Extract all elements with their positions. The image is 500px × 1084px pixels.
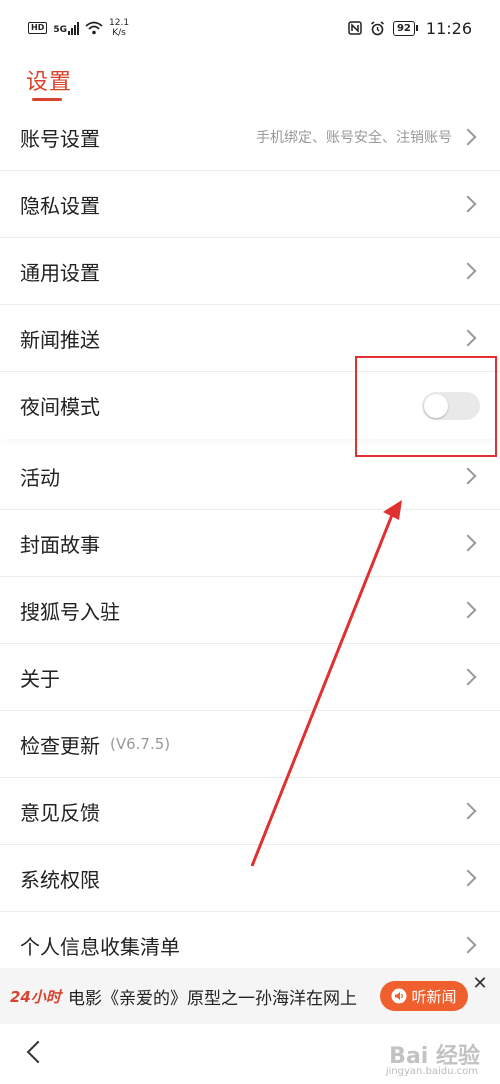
- status-left: HD 5G 12.1 K/s: [28, 18, 129, 38]
- back-chevron-icon: [26, 1040, 50, 1064]
- chevron-right-icon: [459, 869, 477, 887]
- row-label: 封面故事: [20, 532, 100, 557]
- nfc-icon: [348, 21, 362, 35]
- row-label: 账号设置: [20, 126, 100, 151]
- news-bar[interactable]: 24小时 电影《亲爱的》原型之一孙海洋在网上 听新闻 ✕: [0, 968, 500, 1024]
- settings-row-account[interactable]: 账号设置 手机绑定、账号安全、注销账号: [0, 104, 500, 171]
- settings-list: 账号设置 手机绑定、账号安全、注销账号 隐私设置 通用设置 新闻推送 夜间模式 …: [0, 104, 500, 979]
- row-label: 搜狐号入驻: [20, 599, 120, 624]
- speaker-icon: [391, 988, 407, 1004]
- chevron-right-icon: [459, 329, 477, 347]
- chevron-right-icon: [459, 262, 477, 280]
- listen-news-button[interactable]: 听新闻: [380, 981, 468, 1011]
- row-label: 新闻推送: [20, 327, 100, 352]
- settings-row-feedback[interactable]: 意见反馈: [0, 778, 500, 845]
- status-bar: HD 5G 12.1 K/s 92 11:26: [0, 0, 500, 56]
- chevron-right-icon: [459, 668, 477, 686]
- settings-row-cover-story[interactable]: 封面故事: [0, 510, 500, 577]
- network-speed: 12.1 K/s: [109, 18, 129, 38]
- network-type: 5G: [53, 24, 67, 35]
- row-subtitle: 手机绑定、账号安全、注销账号: [256, 130, 452, 146]
- news-headline[interactable]: 电影《亲爱的》原型之一孙海洋在网上: [68, 984, 370, 1009]
- news-logo: 24小时: [10, 987, 61, 1006]
- version-label: (V6.7.5): [110, 735, 171, 753]
- settings-row-privacy[interactable]: 隐私设置: [0, 171, 500, 238]
- title-underline: [32, 98, 62, 101]
- row-label: 活动: [20, 465, 60, 490]
- close-icon[interactable]: ✕: [470, 974, 490, 994]
- bottom-nav: Bai 经验 jingyan.baidu.com: [0, 1024, 500, 1084]
- settings-row-permissions[interactable]: 系统权限: [0, 845, 500, 912]
- chevron-right-icon: [459, 128, 477, 146]
- battery-icon: 92: [392, 20, 418, 36]
- back-button[interactable]: [22, 1040, 50, 1066]
- settings-row-general[interactable]: 通用设置: [0, 238, 500, 305]
- chevron-right-icon: [459, 195, 477, 213]
- annotation-highlight-box: [355, 356, 497, 457]
- chevron-right-icon: [459, 601, 477, 619]
- row-label: 系统权限: [20, 867, 100, 892]
- listen-label: 听新闻: [411, 987, 457, 1006]
- hd-badge: HD: [28, 22, 48, 34]
- row-label: 检查更新: [20, 733, 100, 758]
- settings-row-about[interactable]: 关于: [0, 644, 500, 711]
- page-title: 设置: [26, 70, 73, 95]
- row-label: 夜间模式: [20, 395, 100, 419]
- row-label: 个人信息收集清单: [20, 934, 180, 959]
- row-label: 通用设置: [20, 260, 100, 285]
- battery-level: 92: [392, 20, 415, 36]
- status-right: 92 11:26: [348, 19, 472, 38]
- speed-unit: K/s: [112, 28, 126, 38]
- row-label: 意见反馈: [20, 800, 100, 825]
- chevron-right-icon: [459, 936, 477, 954]
- wifi-icon: [85, 21, 103, 35]
- chevron-right-icon: [459, 802, 477, 820]
- watermark-sub: jingyan.baidu.com: [385, 1066, 478, 1077]
- settings-row-sohu-account[interactable]: 搜狐号入驻: [0, 577, 500, 644]
- signal-icon: 5G: [53, 21, 79, 35]
- header: 设置: [0, 56, 500, 104]
- settings-row-check-update[interactable]: 检查更新 (V6.7.5): [0, 711, 500, 778]
- alarm-icon: [370, 20, 384, 35]
- row-label: 隐私设置: [20, 193, 100, 218]
- chevron-right-icon: [459, 467, 477, 485]
- row-label: 关于: [20, 666, 60, 691]
- clock: 11:26: [425, 18, 472, 38]
- speed-value: 12.1: [109, 18, 130, 28]
- chevron-right-icon: [459, 534, 477, 552]
